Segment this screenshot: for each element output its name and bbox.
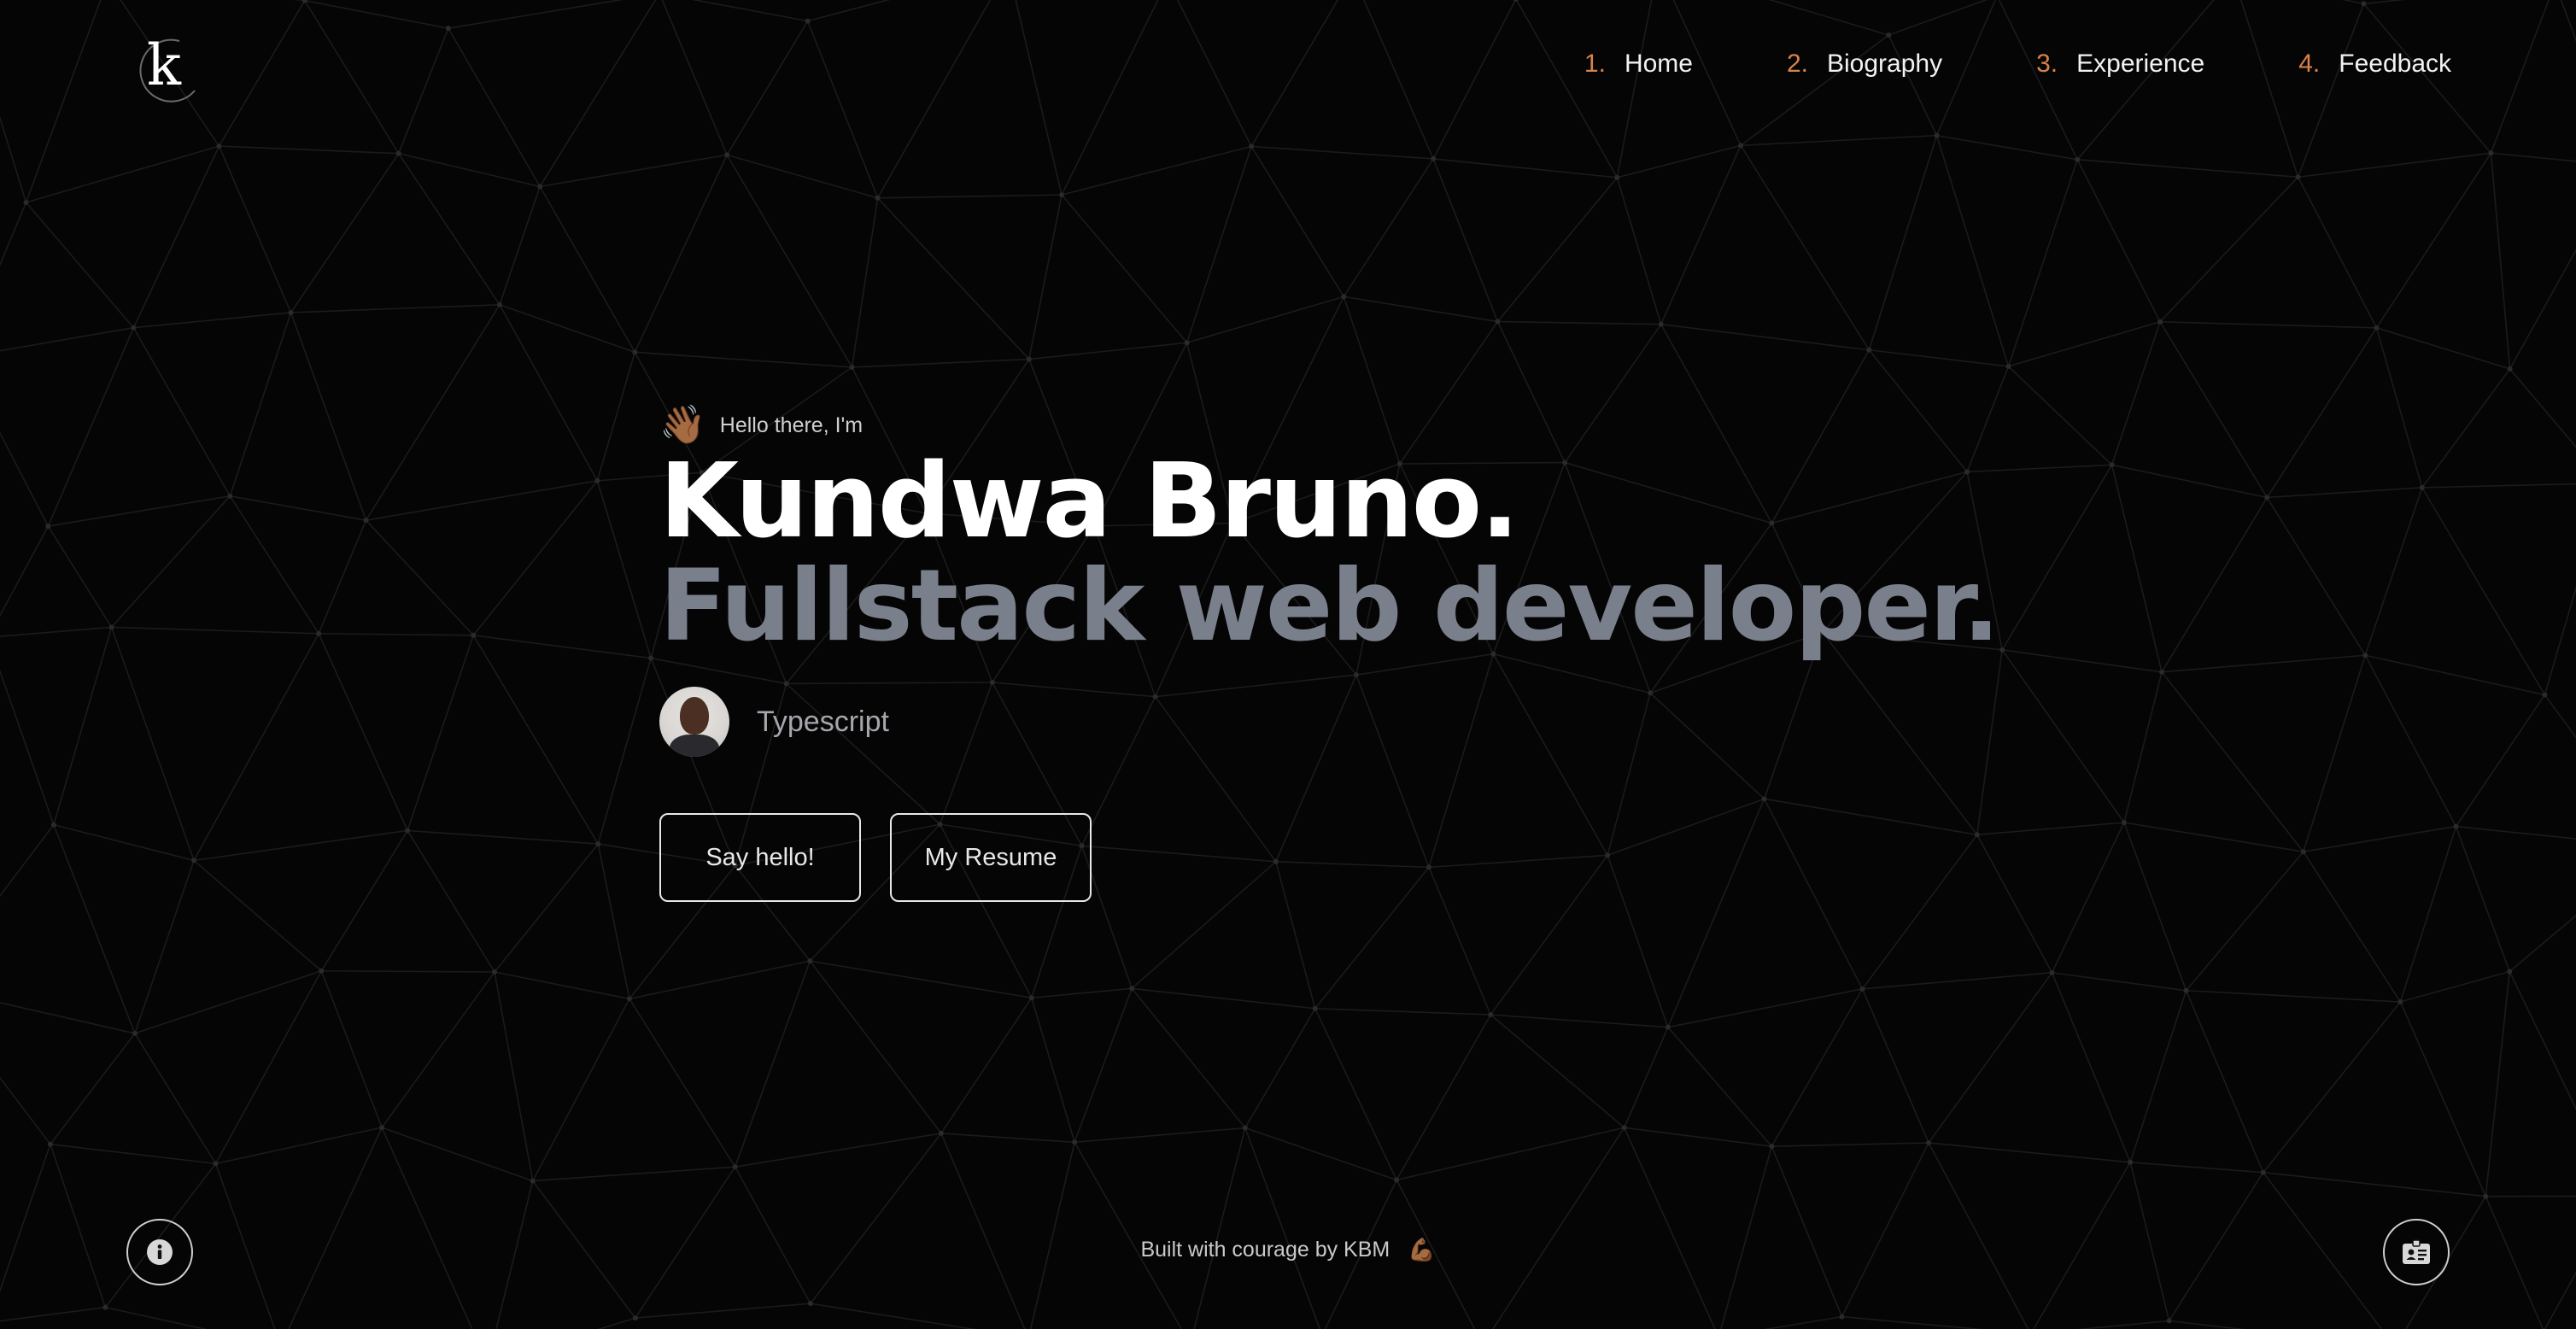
footer-credit: Built with courage by KBM 💪🏾	[0, 1237, 2576, 1263]
nav-label: Home	[1624, 50, 1693, 78]
waving-hand-icon: 👋🏾	[659, 404, 706, 446]
nav-item-experience[interactable]: 3. Experience	[2036, 50, 2204, 79]
nav-number: 1.	[1584, 50, 1606, 78]
greeting: 👋🏾 Hello there, I'm	[659, 407, 1999, 444]
nav-number: 2.	[1786, 50, 1808, 78]
flexed-biceps-icon: 💪🏾	[1408, 1237, 1436, 1262]
nav-item-home[interactable]: 1. Home	[1584, 50, 1693, 79]
hero-role: Fullstack web developer.	[659, 548, 2000, 664]
avatar	[659, 687, 729, 757]
id-badge-icon	[2403, 1239, 2430, 1264]
hero-buttons: Say hello! My Resume	[659, 813, 1999, 902]
page: k 1. Home 2. Biography 3. Experience 4. …	[0, 0, 2576, 1329]
hero-section: 👋🏾 Hello there, I'm Kundwa Bruno. Fullst…	[659, 407, 2000, 902]
contact-card-button[interactable]	[2383, 1219, 2450, 1285]
nav-number: 3.	[2036, 50, 2058, 78]
typewriter-tech: Typescript	[757, 705, 889, 738]
nav-item-feedback[interactable]: 4. Feedback	[2298, 50, 2451, 79]
tech-row: Typescript	[659, 687, 1999, 757]
greeting-text: Hello there, I'm	[719, 413, 864, 437]
nav-label: Experience	[2076, 50, 2205, 78]
hero-name: Kundwa Bruno.	[659, 442, 1519, 561]
nav-item-biography[interactable]: 2. Biography	[1787, 50, 1942, 79]
logo-letter: k	[147, 32, 181, 98]
footer-text: Built with courage by KBM	[1140, 1238, 1390, 1262]
main-nav: 1. Home 2. Biography 3. Experience 4. Fe…	[1490, 50, 2451, 79]
site-logo[interactable]: k	[128, 34, 202, 108]
nav-label: Biography	[1827, 50, 1943, 78]
nav-label: Feedback	[2339, 50, 2451, 78]
nav-number: 4.	[2298, 50, 2321, 78]
resume-button[interactable]: My Resume	[890, 813, 1092, 902]
say-hello-button[interactable]: Say hello!	[659, 813, 861, 902]
